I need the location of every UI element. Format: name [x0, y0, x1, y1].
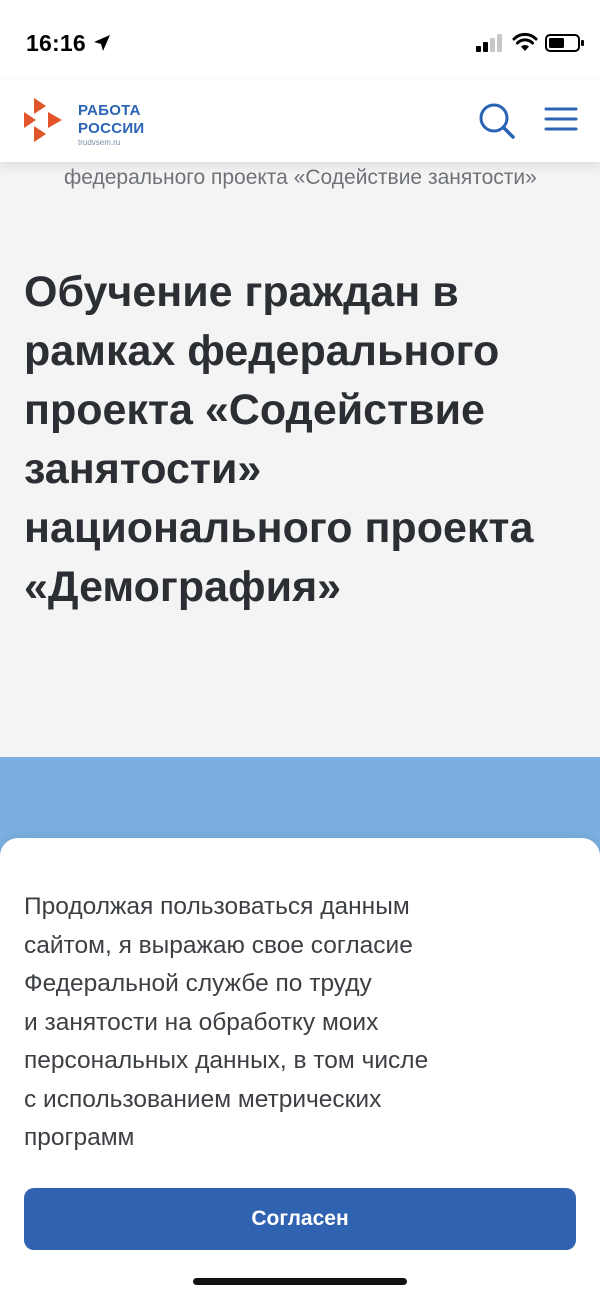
rabota-rossii-logo[interactable]: РАБОТА РОССИИ trudvsem.ru [24, 94, 164, 147]
logo-text-line2: РОССИИ [78, 120, 145, 137]
logo-url: trudvsem.ru [78, 138, 121, 147]
hamburger-menu-icon[interactable] [544, 104, 578, 134]
home-indicator[interactable] [193, 1278, 407, 1285]
consent-line: с использованием метрических [24, 1085, 382, 1113]
consent-line: Продолжая пользоваться данным [24, 893, 410, 920]
wifi-icon [512, 32, 538, 51]
consent-line: персональных данных, в том числе [24, 1047, 429, 1074]
consent-line: сайтом, я выражаю свое согласие [24, 931, 413, 959]
cellular-signal-icon [476, 34, 502, 52]
consent-line: и занятости на обработку моих [24, 1008, 379, 1036]
battery-icon [545, 34, 584, 52]
search-icon[interactable] [478, 102, 516, 140]
consent-line: программ [24, 1124, 135, 1151]
consent-sheet: Продолжая пользоваться данным сайтом, я … [0, 838, 600, 1298]
site-header: РАБОТА РОССИИ trudvsem.ru [0, 80, 600, 162]
breadcrumb[interactable]: федерального проекта «Содействие занятос… [64, 163, 564, 193]
status-bar: 16:16 [0, 0, 600, 80]
page-title: Обучение граждан в рамках федерального п… [24, 268, 534, 611]
status-time: 16:16 [26, 30, 86, 56]
agree-button[interactable]: Согласен [24, 1188, 576, 1250]
consent-line: Федеральной службе по труду [24, 970, 372, 997]
location-arrow-icon [94, 35, 110, 51]
logo-text-line1: РАБОТА [78, 102, 141, 119]
consent-text: Продолжая пользоваться данным сайтом, я … [24, 888, 524, 1158]
logo-mark-icon [24, 98, 62, 142]
